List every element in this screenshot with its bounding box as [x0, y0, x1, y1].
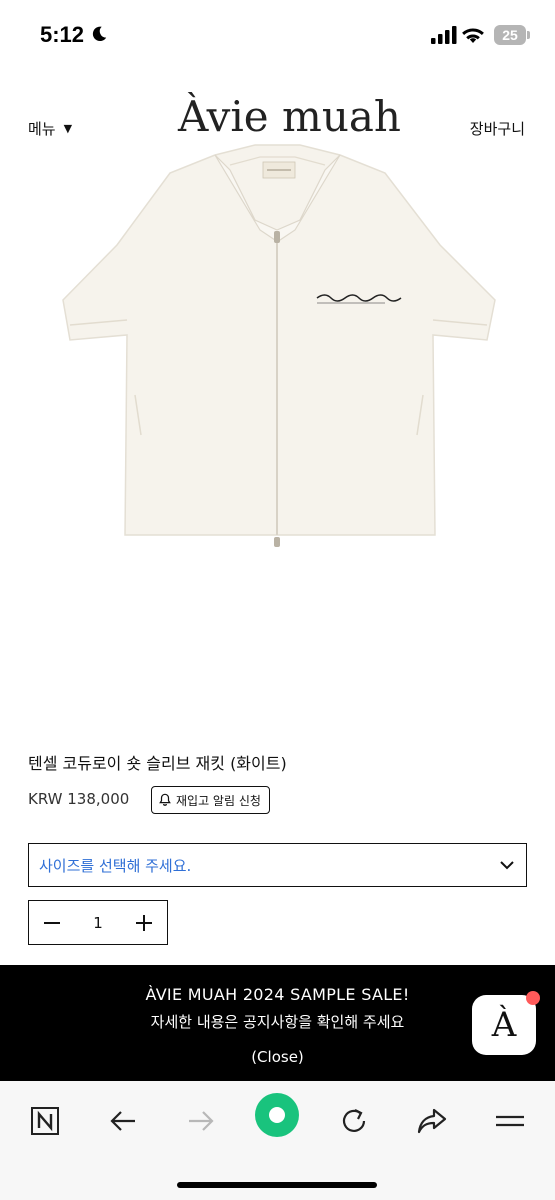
brand-logo[interactable]: Àvie muah: [178, 92, 401, 141]
bell-icon: [159, 793, 171, 806]
menu-icon: [496, 1115, 524, 1127]
menu-button[interactable]: [488, 1099, 532, 1143]
quantity-value[interactable]: 1: [93, 914, 103, 932]
caret-down-icon: ▼: [63, 122, 73, 135]
back-button[interactable]: [101, 1099, 145, 1143]
battery-tip: [527, 31, 530, 39]
chevron-down-icon: [500, 861, 514, 870]
restock-notify-label: 재입고 알림 신청: [176, 793, 261, 808]
green-dot-button[interactable]: [254, 1092, 300, 1138]
minus-icon: [43, 921, 60, 924]
short-sleeve-zip-jacket-image: [62, 144, 496, 547]
decrease-quantity-button[interactable]: [29, 901, 74, 944]
promo-close-button[interactable]: (Close): [0, 1048, 555, 1066]
signal-icon: [431, 26, 457, 44]
forward-icon: [189, 1111, 214, 1131]
status-bar: 5:12 25: [0, 0, 555, 70]
naver-home-button[interactable]: [23, 1099, 67, 1143]
chat-logo: À: [491, 1005, 517, 1045]
chat-button[interactable]: À: [472, 991, 540, 1055]
plus-icon: [136, 914, 153, 931]
share-icon: [417, 1108, 447, 1134]
product-price: KRW 138,000: [28, 790, 130, 808]
size-placeholder: 사이즈를 선택해 주세요.: [39, 856, 192, 875]
battery-level: 25: [494, 25, 526, 45]
promo-title: ÀVIE MUAH 2024 SAMPLE SALE!: [145, 985, 410, 1004]
green-dot-icon: [255, 1093, 299, 1137]
share-button[interactable]: [410, 1099, 454, 1143]
naver-home-icon: [31, 1107, 59, 1135]
product-name: 텐셀 코듀로이 숏 슬리브 재킷 (화이트): [28, 754, 287, 773]
reload-button[interactable]: [332, 1099, 376, 1143]
status-time: 5:12: [40, 22, 85, 47]
back-icon: [110, 1111, 135, 1131]
home-indicator: [177, 1182, 377, 1188]
reload-icon: [342, 1109, 366, 1132]
notification-dot: [526, 991, 540, 1005]
increase-quantity-button[interactable]: [122, 901, 167, 944]
menu-label: 메뉴: [28, 120, 56, 138]
wifi-icon: [462, 28, 484, 43]
moon-icon: [92, 26, 107, 42]
size-select[interactable]: 사이즈를 선택해 주세요.: [28, 843, 527, 887]
restock-notify-button[interactable]: 재입고 알림 신청: [151, 786, 270, 814]
battery-icon: 25: [494, 25, 530, 45]
forward-button[interactable]: [179, 1099, 223, 1143]
quantity-stepper: 1: [28, 900, 168, 945]
